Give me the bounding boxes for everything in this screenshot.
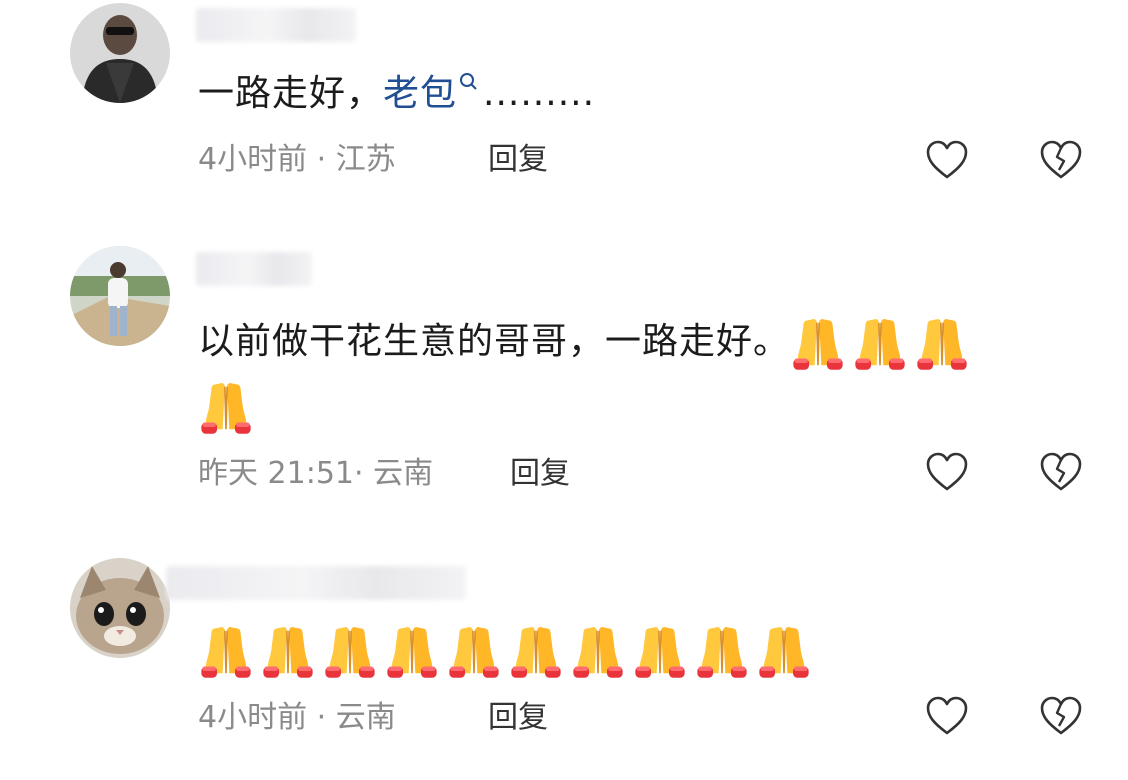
search-icon[interactable] xyxy=(459,72,479,92)
folded-hands-emoji xyxy=(262,626,314,679)
comment-item: 以前做干花生意的哥哥，一路走好。 昨天 21:51· 云南 回复 xyxy=(0,230,1128,530)
avatar[interactable] xyxy=(70,3,170,103)
broken-heart-icon[interactable] xyxy=(1039,696,1083,736)
mention-link[interactable]: 老包 xyxy=(383,73,457,114)
comment-text xyxy=(198,618,818,683)
folded-hands-emoji xyxy=(448,626,500,679)
folded-hands-emoji xyxy=(854,318,906,371)
folded-hands-emoji xyxy=(200,382,252,435)
folded-hands-emoji xyxy=(916,318,968,371)
emoji-row xyxy=(790,311,976,375)
broken-heart-icon[interactable] xyxy=(1039,452,1083,492)
avatar[interactable] xyxy=(70,558,170,658)
username-blurred xyxy=(196,8,356,42)
folded-hands-emoji xyxy=(758,626,810,679)
comment-item: 一路走好，老包......... 4小时前 · 江苏 回复 xyxy=(0,0,1128,230)
folded-hands-emoji xyxy=(792,318,844,371)
comment-item: 4小时前 · 云南 回复 xyxy=(0,530,1128,780)
heart-icon[interactable] xyxy=(925,696,969,736)
folded-hands-emoji xyxy=(634,626,686,679)
heart-icon[interactable] xyxy=(925,140,969,180)
folded-hands-emoji xyxy=(324,626,376,679)
comment-meta: 4小时前 · 江苏 xyxy=(198,142,396,177)
heart-icon[interactable] xyxy=(925,452,969,492)
username-blurred xyxy=(196,252,312,286)
emoji-row xyxy=(198,375,260,439)
comment-text: 一路走好，老包......... xyxy=(198,72,596,114)
comment-text-wrap xyxy=(198,374,260,439)
avatar[interactable] xyxy=(70,246,170,346)
folded-hands-emoji xyxy=(510,626,562,679)
emoji-row xyxy=(198,619,818,683)
folded-hands-emoji xyxy=(200,626,252,679)
folded-hands-emoji xyxy=(696,626,748,679)
reply-button[interactable]: 回复 xyxy=(488,698,548,738)
broken-heart-icon[interactable] xyxy=(1039,140,1083,180)
comment-text: 以前做干花生意的哥哥，一路走好。 xyxy=(198,310,976,375)
comment-meta: 4小时前 · 云南 xyxy=(198,700,396,735)
comment-meta: 昨天 21:51· 云南 xyxy=(198,456,434,491)
folded-hands-emoji xyxy=(572,626,624,679)
username-blurred xyxy=(166,566,466,600)
reply-button[interactable]: 回复 xyxy=(510,454,570,494)
reply-button[interactable]: 回复 xyxy=(488,140,548,180)
folded-hands-emoji xyxy=(386,626,438,679)
